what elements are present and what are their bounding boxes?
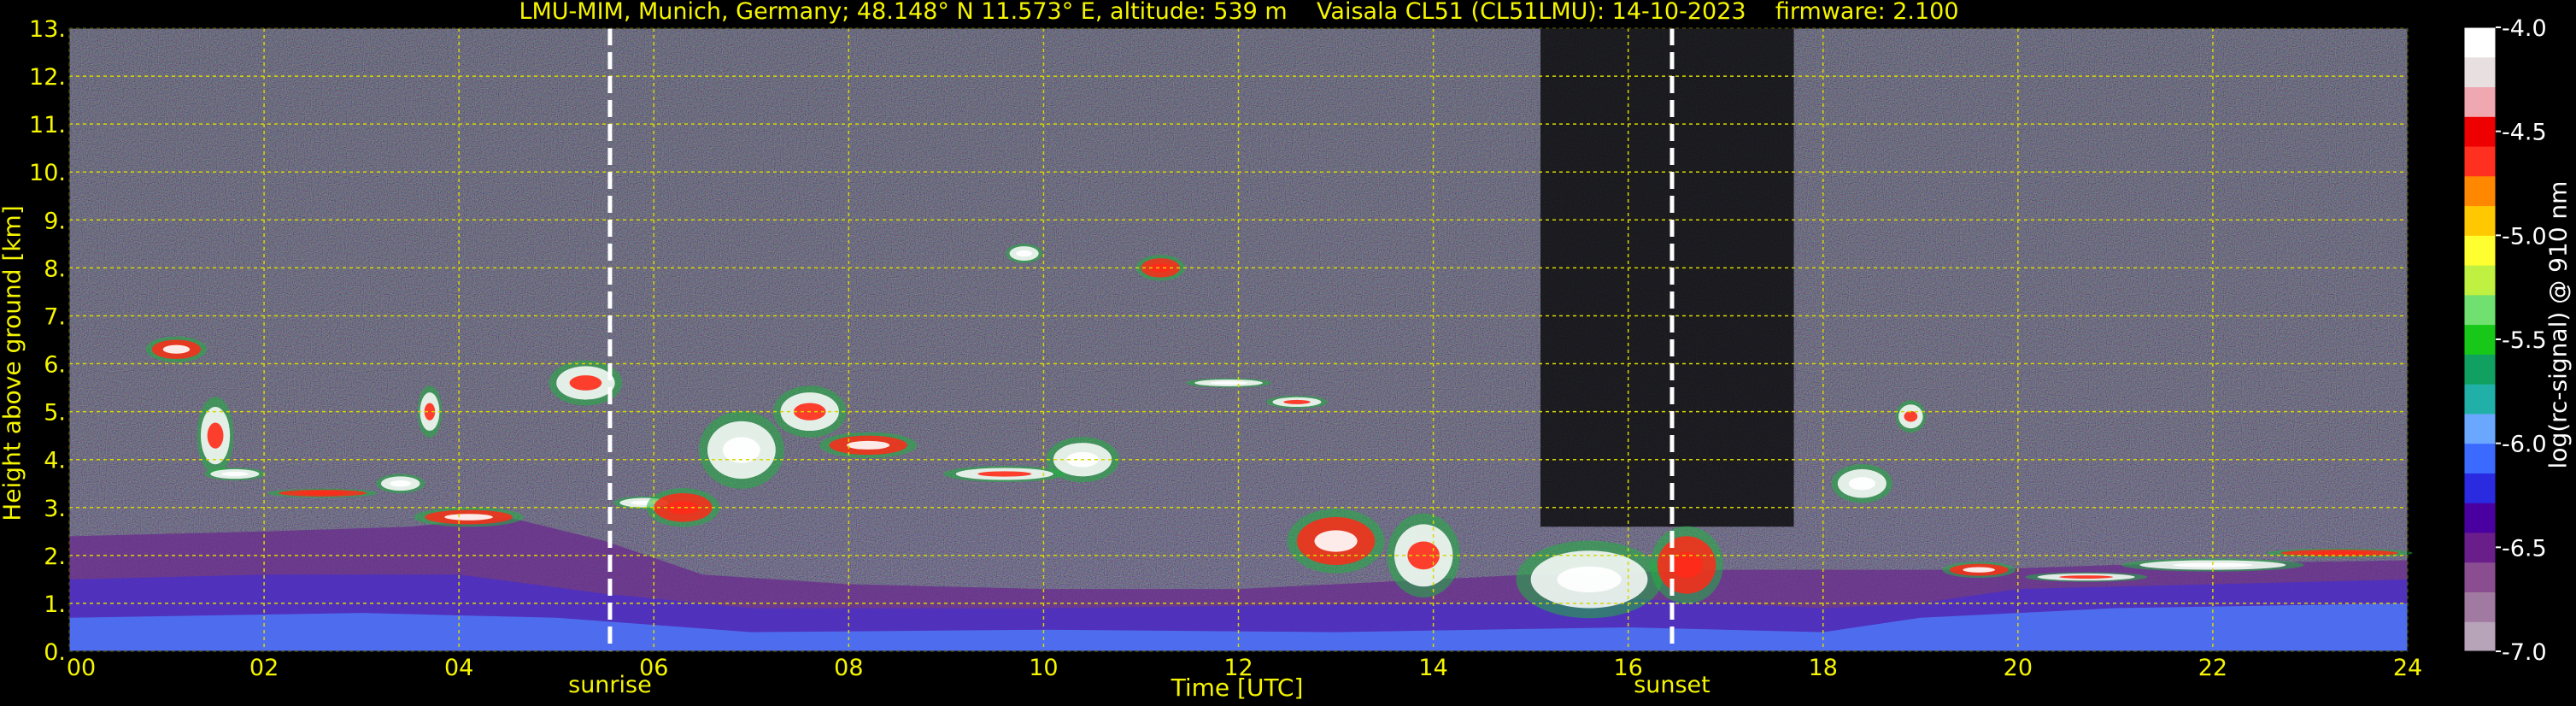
- colorbar-segment: [2464, 354, 2496, 385]
- colorbar-segment: [2464, 413, 2496, 444]
- colorbar-tick-label: -5.5: [2502, 327, 2547, 354]
- colorbar-tick-label: -6.0: [2502, 432, 2547, 458]
- cloud-center: [221, 471, 249, 477]
- colorbar: -4.0 -4.5 -5.0 -5.5 -6.0 -6.5 -7.0: [2463, 15, 2547, 666]
- colorbar-tick-label: -6.5: [2502, 535, 2547, 562]
- y-tick-label: 1.: [44, 591, 66, 618]
- y-tick-label: 6.: [44, 352, 66, 379]
- cloud-center: [2307, 551, 2372, 555]
- y-tick-label: 12.: [29, 64, 66, 91]
- y-tick-label: 9.: [44, 208, 66, 234]
- plot-area: 00 02 04 06 08 10 12 14 16 18 20 22 240.1.2.3.4.5.6.…: [29, 16, 2422, 681]
- y-tick-label: 7.: [44, 303, 66, 330]
- colorbar-segment: [2464, 384, 2496, 415]
- cloud-center: [569, 375, 602, 391]
- colorbar-segment: [2464, 265, 2496, 296]
- cloud-center: [847, 440, 890, 450]
- colorbar-segment: [2464, 443, 2496, 474]
- cloud-center: [1149, 263, 1171, 273]
- y-axis-label: Height above ground [km]: [0, 205, 26, 521]
- cloud-center: [162, 344, 191, 354]
- x-tick-label: 20: [2004, 655, 2033, 681]
- cloud-center: [977, 471, 1032, 477]
- x-tick-label: 00: [67, 655, 96, 681]
- colorbar-segment: [2464, 562, 2496, 592]
- colorbar-tick-label: -7.0: [2502, 639, 2547, 666]
- colorbar-segment: [2464, 503, 2496, 533]
- y-tick-label: 4.: [44, 448, 66, 474]
- colorbar-segment: [2464, 56, 2496, 88]
- cloud-center: [1557, 566, 1622, 593]
- cloud-center: [1016, 250, 1033, 257]
- x-tick-label: 08: [834, 655, 863, 681]
- colorbar-segment: [2464, 146, 2496, 177]
- attenuated-region: [1540, 28, 1794, 527]
- y-tick-label: 2.: [44, 544, 66, 570]
- colorbar-segment: [2464, 86, 2496, 117]
- colorbar-segment: [2464, 27, 2496, 58]
- cloud-center: [207, 422, 224, 449]
- cloud-center: [2059, 575, 2114, 579]
- x-tick-label: 22: [2198, 655, 2227, 681]
- cloud-center: [1904, 410, 1918, 422]
- y-tick-label: 8.: [44, 256, 66, 282]
- colorbar-segment: [2464, 532, 2496, 563]
- x-axis-label: Time [UTC]: [1171, 674, 1304, 702]
- colorbar-segment: [2464, 591, 2496, 622]
- x-tick-label: 24: [2393, 655, 2422, 681]
- cloud-center: [1848, 477, 1876, 491]
- cloud-center: [1210, 381, 1248, 385]
- x-tick-label: 02: [249, 655, 279, 681]
- cloud-center: [1963, 567, 1996, 573]
- x-tick-label: 10: [1029, 655, 1058, 681]
- colorbar-segment: [2464, 324, 2496, 355]
- x-tick-label: 04: [444, 655, 473, 681]
- cloud-center: [390, 479, 412, 487]
- cloud-center: [1314, 530, 1358, 552]
- lidar-backscatter-chart: 00 02 04 06 08 10 12 14 16 18 20 22 240.1.2.3.4.5.6.…: [29, 15, 2547, 681]
- colorbar-segment: [2464, 235, 2496, 266]
- x-tick-label: 18: [1809, 655, 1838, 681]
- colorbar-tick-label: -5.0: [2502, 223, 2547, 250]
- colorbar-segment: [2464, 175, 2496, 207]
- y-tick-label: 5.: [44, 400, 66, 427]
- cloud-center: [1283, 399, 1311, 404]
- colorbar-segment: [2464, 116, 2496, 147]
- sunset-label: sunset: [1634, 672, 1710, 698]
- colorbar-segment: [2464, 473, 2496, 503]
- x-tick-label: 14: [1418, 655, 1447, 681]
- cloud-center: [298, 491, 347, 495]
- colorbar-tick-label: -4.0: [2502, 15, 2547, 42]
- sunrise-label: sunrise: [568, 672, 652, 698]
- y-tick-label: 10.: [29, 160, 66, 186]
- colorbar-label: log(rc-signal) @ 910 nm: [2544, 180, 2573, 469]
- cloud-center: [444, 514, 493, 521]
- y-tick-label: 3.: [44, 496, 66, 522]
- y-tick-label: 0.: [44, 639, 66, 666]
- colorbar-segment: [2464, 205, 2496, 236]
- colorbar-segment: [2464, 294, 2496, 326]
- colorbar-segment: [2464, 621, 2496, 652]
- colorbar-tick-label: -4.5: [2502, 120, 2547, 146]
- y-tick-label: 11.: [29, 112, 66, 138]
- y-tick-label: 13.: [29, 16, 66, 43]
